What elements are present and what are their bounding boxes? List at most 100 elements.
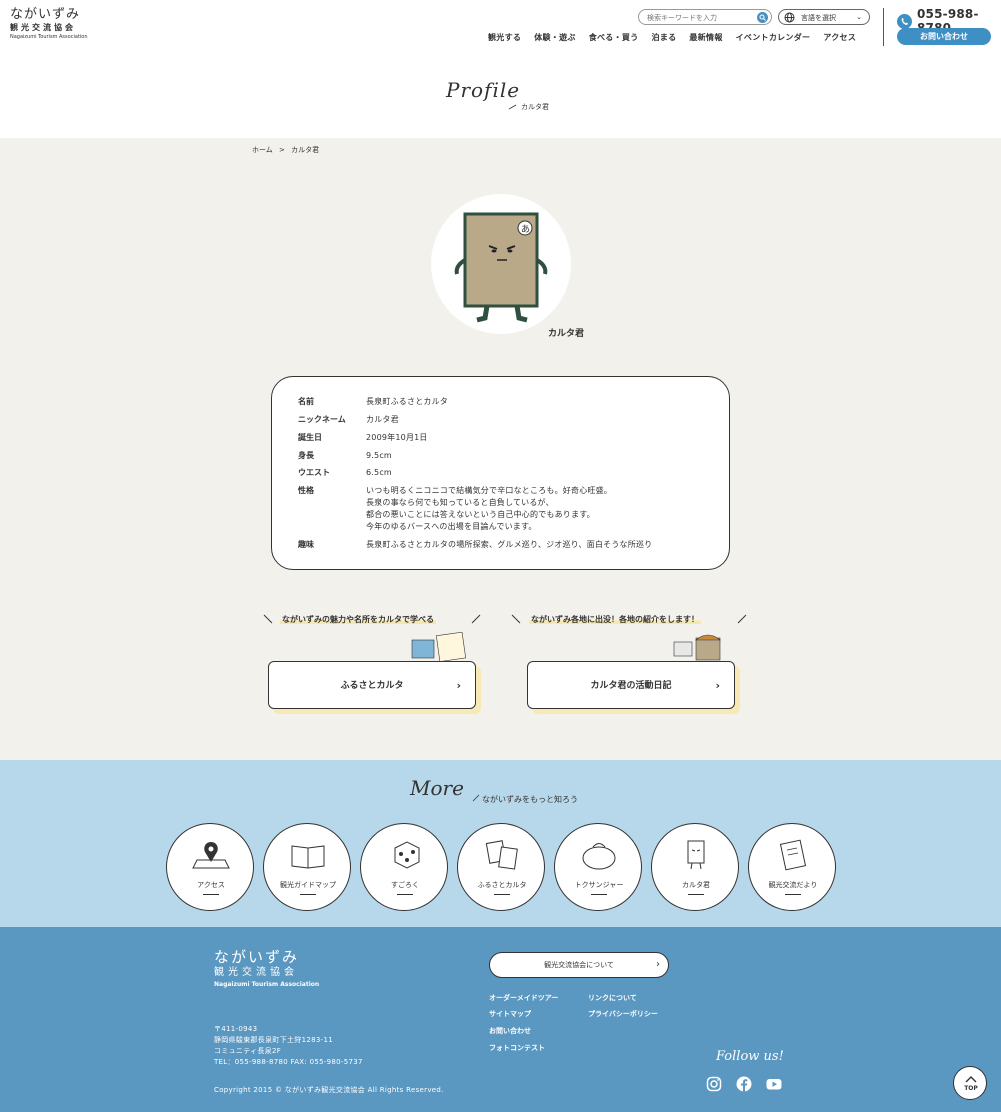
back-to-top-button[interactable]: TOP [953,1066,987,1100]
youtube-icon[interactable] [766,1076,782,1092]
profile-key: 誕生日 [298,433,322,442]
chevron-right-icon: › [656,959,660,970]
pencil-icon [471,614,481,624]
page-title-en: Profile [446,78,521,102]
footer-link-about-links[interactable]: リンクについて [588,993,637,1003]
personality-line: 長泉の事なら何でも知っていると自負しているが、 [366,498,554,507]
breadcrumb-current: カルタ君 [291,146,320,154]
arrow-line [591,894,607,895]
profile-key: 性格 [298,486,314,495]
phone-icon [897,13,912,29]
map-pin-icon [192,842,230,869]
profile-key: 名前 [298,397,314,406]
karuta-cards-icon [411,632,467,662]
nav-item-access[interactable]: アクセス [823,32,856,43]
pencil-icon [263,614,273,624]
footer-logo-sub: 観光交流協会 [214,967,298,978]
about-association-button[interactable]: 観光交流協会について › [489,952,669,978]
character-name: カルタ君 [548,329,585,339]
slash-decoration [508,104,517,110]
karuta-kun-illustration: あ [454,212,548,323]
language-select[interactable]: 言語を選択 ⌄ [778,9,870,25]
profile-value: 6.5cm [366,468,392,477]
nav-item-events[interactable]: イベントカレンダー [736,32,811,43]
more-item-label: トクサンジャー [574,881,624,889]
globe-icon [784,12,795,23]
personality-line: 都合の悪いことには答えないという自己中心的でもあります。 [366,510,595,519]
activity-diary-button[interactable]: カルタ君の活動日記 › [527,661,735,709]
profile-value: 長泉町ふるさとカルタの場所探索、グルメ巡り、ジオ巡り、面白そうな所巡り [366,540,653,549]
footer-logo[interactable]: ながいずみ 観光交流協会 Nagaizumi Tourism Associati… [214,949,319,990]
logo-en-text: Nagaizumi Tourism Association [10,34,88,40]
more-item-label: ふるさとカルタ [477,881,527,889]
search-button[interactable] [757,12,768,23]
footer-link-sitemap[interactable]: サイトマップ [489,1009,531,1019]
chevron-up-icon [965,1076,977,1083]
footer-link-contact[interactable]: お問い合わせ [489,1026,531,1036]
about-association-label: 観光交流協会について [544,961,614,969]
breadcrumb-home[interactable]: ホーム [252,146,273,154]
page-title-jp: カルタ君 [521,103,549,111]
profile-value: いつも明るくニコニコで結構気分で辛口なところも。好奇心旺盛。 長泉の事なら何でも… [366,485,706,533]
more-item-access[interactable]: アクセス [166,823,254,911]
search-input[interactable] [647,12,751,23]
more-item-tokusanjar[interactable]: トクサンジャー [554,823,642,911]
nav-item-sightseeing[interactable]: 観光する [488,32,521,43]
nav-item-news[interactable]: 最新情報 [689,32,722,43]
logo-main-text: ながいずみ [10,7,81,22]
personality-line: いつも明るくニコニコで結構気分で辛口なところも。好奇心旺盛。 [366,486,612,495]
copyright: Copyright 2015 © ながいずみ観光交流協会 All Rights … [214,1086,444,1094]
footer-link-custom-tour[interactable]: オーダーメイドツアー [489,993,558,1003]
address-line: コミュニティ長泉2F [214,1047,282,1055]
profile-key: 趣味 [298,540,314,549]
logo-sub-text: 観光交流協会 [10,23,76,32]
karuta-kun-icon [687,840,705,870]
footer-link-privacy[interactable]: プライバシーポリシー [588,1009,658,1019]
facebook-icon[interactable] [736,1076,752,1092]
site-footer: ながいずみ 観光交流協会 Nagaizumi Tourism Associati… [0,927,1001,1112]
more-item-label: アクセス [197,881,225,889]
nav-item-food[interactable]: 食べる・買う [589,32,639,43]
site-logo[interactable]: ながいずみ 観光交流協会 Nagaizumi Tourism Associati… [10,7,100,41]
contact-button[interactable]: お問い合わせ [897,28,991,45]
back-to-top-label: TOP [964,1085,978,1092]
more-item-newsletter[interactable]: 観光交流だより [748,823,836,911]
arrow-line [785,894,801,895]
furusato-karuta-button[interactable]: ふるさとカルタ › [268,661,476,709]
more-item-guide-map[interactable]: 観光ガイドマップ [263,823,351,911]
search-box [638,9,772,25]
more-item-sugoroku[interactable]: すごろく [360,823,448,911]
address-line: 〒411-0943 [214,1025,258,1033]
nav-item-experience[interactable]: 体験・遊ぶ [534,32,576,43]
profile-key: ウエスト [298,468,330,477]
footer-link-photo-contest[interactable]: フォトコンテスト [489,1043,545,1053]
more-section: More ながいずみをもっと知ろう アクセス 観光ガイドマップ すごろく ふるさ… [0,760,1001,927]
main-nav: 観光する 体験・遊ぶ 食べる・買う 泊まる 最新情報 イベントカレンダー アクセ… [488,32,869,43]
more-item-label: 観光交流だより [768,881,818,889]
link-caption-text: ながいずみ各地に出没！各地の紹介をします！ [529,615,701,624]
follow-us-label: Follow us! [716,1049,784,1064]
more-title-en: More [410,776,464,800]
more-item-karuta-kun[interactable]: カルタ君 [651,823,739,911]
profile-value: 長泉町ふるさとカルタ [366,397,448,406]
dice-icon [394,841,420,869]
profile-value: 9.5cm [366,451,392,460]
pencil-icon [511,614,521,624]
arrow-line [300,894,316,895]
nav-item-stay[interactable]: 泊まる [652,32,677,43]
profile-card: 名前 長泉町ふるさとカルタ ニックネーム カルタ君 誕生日 2009年10月1日… [271,376,730,570]
language-select-label: 言語を選択 [801,14,836,22]
footer-logo-main: ながいずみ [214,948,300,966]
search-icon [759,14,766,21]
furusato-karuta-label: ふるさとカルタ [340,681,404,691]
address-line: 静岡県駿東郡長泉町下土狩1283-11 [214,1036,333,1044]
more-item-label: カルタ君 [682,881,710,889]
character-avatar: あ [431,194,571,334]
chevron-right-icon: › [715,679,720,692]
breadcrumb-separator: > [279,146,285,154]
instagram-icon[interactable] [706,1076,722,1092]
karuta-kun-explorer-icon [673,634,721,661]
more-title-jp: ながいずみをもっと知ろう [482,795,578,804]
chevron-down-icon: ⌄ [856,13,862,21]
more-item-furusato-karuta[interactable]: ふるさとカルタ [457,823,545,911]
